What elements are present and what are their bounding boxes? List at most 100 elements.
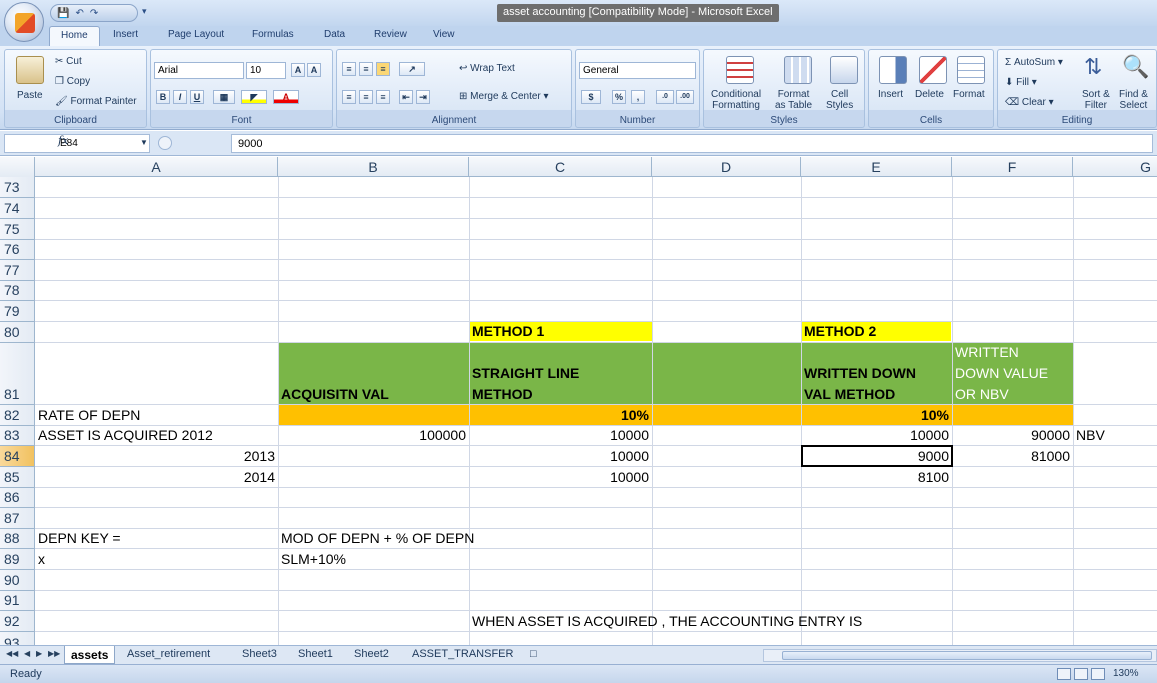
cell-c82[interactable]: 10%	[469, 406, 652, 425]
cell-e81-line2[interactable]: VAL METHOD	[801, 385, 898, 404]
italic-button[interactable]: I	[173, 90, 187, 104]
sheet-tab-asset-retirement[interactable]: Asset_retirement	[121, 646, 216, 664]
cell-f81-line1[interactable]: WRITTEN	[952, 343, 1022, 362]
row-header-74[interactable]: 74	[0, 198, 35, 219]
autosum-button[interactable]: Σ AutoSum ▾	[1005, 57, 1063, 68]
first-sheet-icon[interactable]: ◀◀	[6, 649, 18, 658]
customize-qat-icon[interactable]: ▾	[142, 6, 147, 17]
next-sheet-icon[interactable]: ▶	[36, 649, 42, 658]
sheet-tab-sheet3[interactable]: Sheet3	[236, 646, 283, 664]
comma-button[interactable]: ,	[631, 90, 645, 104]
cell-c83[interactable]: 10000	[469, 426, 652, 445]
save-icon[interactable]: 💾	[57, 8, 69, 19]
cell-b83[interactable]: 100000	[278, 426, 469, 445]
number-format-select[interactable]: General	[579, 62, 696, 79]
clear-button[interactable]: ⌫ Clear ▾	[1005, 97, 1054, 108]
sheet-tab-assets[interactable]: assets	[64, 646, 116, 664]
row-header-88[interactable]: 88	[0, 529, 35, 549]
cell-f81-line3[interactable]: OR NBV	[952, 385, 1012, 404]
cell-c85[interactable]: 10000	[469, 468, 652, 487]
format-cells-button[interactable]: Format	[953, 89, 985, 100]
align-middle-icon[interactable]: ≡	[359, 62, 373, 76]
row-header-79[interactable]: 79	[0, 301, 35, 322]
cell-a88[interactable]: DEPN KEY =	[35, 529, 124, 548]
find-select-icon[interactable]: 🔍	[1122, 54, 1149, 80]
formula-input[interactable]: 9000	[231, 134, 1153, 153]
scrollbar-thumb[interactable]	[782, 651, 1152, 660]
row-header-84[interactable]: 84	[0, 446, 35, 467]
tab-home[interactable]: Home	[49, 26, 100, 47]
cell-e84[interactable]: 9000	[801, 447, 952, 466]
normal-view-icon[interactable]	[1057, 668, 1071, 680]
horizontal-scrollbar[interactable]	[763, 649, 1157, 662]
insert-function-button[interactable]: fx	[58, 134, 68, 147]
cell-e80[interactable]: METHOD 2	[801, 322, 879, 341]
percent-button[interactable]: %	[612, 90, 626, 104]
shrink-font-icon[interactable]: A	[307, 63, 321, 77]
align-right-icon[interactable]: ≡	[376, 90, 390, 104]
insert-sheet-icon[interactable]: □	[524, 646, 543, 664]
cell-c92[interactable]: WHEN ASSET IS ACQUIRED , THE ACCOUNTING …	[469, 612, 865, 631]
tab-formulas[interactable]: Formulas	[252, 29, 294, 40]
page-break-view-icon[interactable]	[1091, 668, 1105, 680]
align-left-icon[interactable]: ≡	[342, 90, 356, 104]
increase-decimal-icon[interactable]: .0	[656, 90, 674, 104]
insert-cells-icon[interactable]	[879, 56, 907, 84]
row-header-92[interactable]: 92	[0, 611, 35, 632]
row-header-77[interactable]: 77	[0, 260, 35, 281]
paste-icon[interactable]	[16, 56, 44, 84]
row-header-73[interactable]: 73	[0, 177, 35, 198]
cell-b81[interactable]: ACQUISITN VAL	[278, 385, 392, 404]
grow-font-icon[interactable]: A	[291, 63, 305, 77]
conditional-formatting-button[interactable]: Conditional Formatting	[711, 89, 761, 111]
last-sheet-icon[interactable]: ▶▶	[48, 649, 60, 658]
tab-view[interactable]: View	[433, 29, 455, 40]
tab-page-layout[interactable]: Page Layout	[168, 29, 224, 40]
row-header-75[interactable]: 75	[0, 219, 35, 240]
undo-icon[interactable]: ↶	[75, 8, 83, 19]
worksheet-grid[interactable]: A B C D E F G 73 74 75 76 77 78 79 80 81…	[0, 157, 1157, 645]
format-cells-icon[interactable]	[957, 56, 985, 84]
select-all-corner[interactable]	[0, 157, 35, 177]
insert-cells-button[interactable]: Insert	[878, 89, 903, 100]
cell-a89[interactable]: x	[35, 550, 48, 569]
col-header-b[interactable]: B	[278, 157, 469, 177]
font-name-select[interactable]: Arial	[154, 62, 244, 79]
sheet-tab-asset-transfer[interactable]: ASSET_TRANSFER	[406, 646, 519, 664]
merge-center-button[interactable]: ⊞ Merge & Center ▾	[459, 91, 549, 102]
conditional-formatting-icon[interactable]	[726, 56, 754, 84]
format-as-table-icon[interactable]	[784, 56, 812, 84]
fill-button[interactable]: ⬇ Fill ▾	[1005, 77, 1037, 88]
row-header-81[interactable]: 81	[0, 343, 35, 405]
cell-e83[interactable]: 10000	[801, 426, 952, 445]
name-box[interactable]: E84	[4, 134, 150, 153]
row-header-80[interactable]: 80	[0, 322, 35, 343]
cell-a82[interactable]: RATE OF DEPN	[35, 406, 143, 425]
cell-f81-line2[interactable]: DOWN VALUE	[952, 364, 1051, 383]
delete-cells-button[interactable]: Delete	[915, 89, 944, 100]
cell-b89[interactable]: SLM+10%	[278, 550, 349, 569]
cell-a85[interactable]: 2014	[35, 468, 278, 487]
format-as-table-button[interactable]: Format as Table	[775, 89, 812, 111]
underline-button[interactable]: U	[190, 90, 204, 104]
paste-button[interactable]: Paste	[17, 90, 43, 101]
sheet-tab-sheet1[interactable]: Sheet1	[292, 646, 339, 664]
borders-icon[interactable]: ▦	[213, 90, 235, 104]
tab-review[interactable]: Review	[374, 29, 407, 40]
redo-icon[interactable]: ↷	[90, 8, 98, 19]
col-header-g[interactable]: G	[1073, 157, 1157, 177]
cell-c81-line1[interactable]: STRAIGHT LINE	[469, 364, 582, 383]
font-size-select[interactable]: 10	[246, 62, 286, 79]
page-layout-view-icon[interactable]	[1074, 668, 1088, 680]
delete-cells-icon[interactable]	[919, 56, 947, 84]
row-header-86[interactable]: 86	[0, 488, 35, 508]
name-box-dropdown-icon[interactable]: ▼	[140, 138, 148, 147]
cell-b88[interactable]: MOD OF DEPN + % OF DEPN	[278, 529, 477, 548]
cell-e82[interactable]: 10%	[801, 406, 952, 425]
row-header-83[interactable]: 83	[0, 426, 35, 446]
zoom-level[interactable]: 130%	[1113, 668, 1139, 679]
row-header-91[interactable]: 91	[0, 591, 35, 611]
cell-g83[interactable]: NBV	[1073, 426, 1108, 445]
align-top-icon[interactable]: ≡	[342, 62, 356, 76]
orientation-icon[interactable]: ↗	[399, 62, 425, 76]
